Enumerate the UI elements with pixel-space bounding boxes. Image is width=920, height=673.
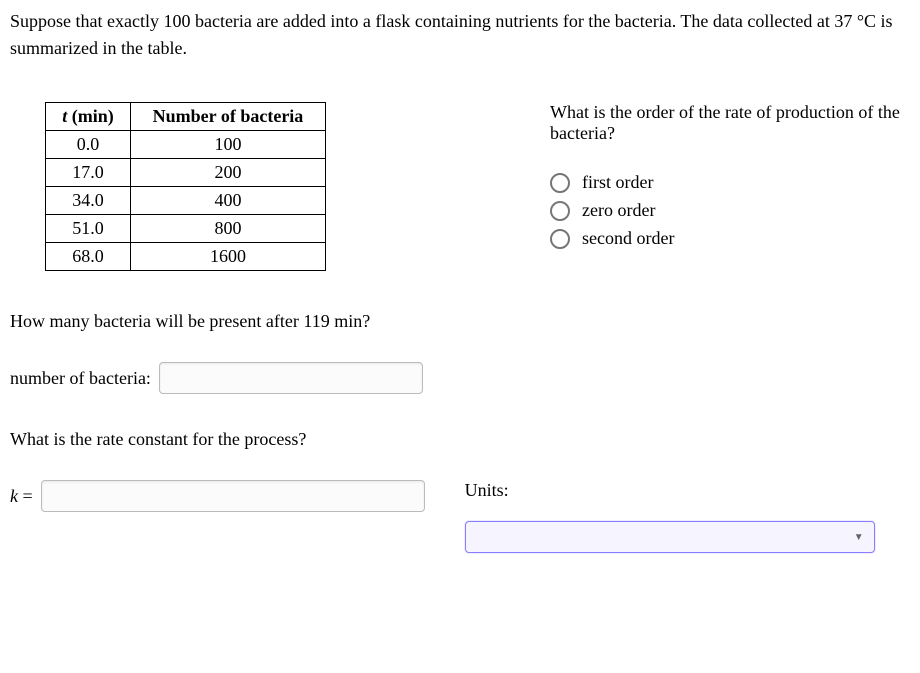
radio-icon <box>550 201 570 221</box>
units-label: Units: <box>465 480 875 501</box>
table-header-row: t (min) Number of bacteria <box>46 103 326 131</box>
radio-label: zero order <box>582 200 655 221</box>
table-row: 51.0800 <box>46 215 326 243</box>
table-row: 17.0200 <box>46 159 326 187</box>
rate-constant-input[interactable] <box>41 480 425 512</box>
label-k: k = <box>10 486 33 507</box>
radio-icon <box>550 173 570 193</box>
radio-label: second order <box>582 228 674 249</box>
radio-label: first order <box>582 172 653 193</box>
label-bacteria-count: number of bacteria: <box>10 368 151 389</box>
intro-text: Suppose that exactly 100 bacteria are ad… <box>10 8 910 62</box>
question-bacteria-count: How many bacteria will be present after … <box>10 311 450 332</box>
units-select[interactable]: ▼ <box>465 521 875 553</box>
table-row: 0.0100 <box>46 131 326 159</box>
radio-second-order[interactable]: second order <box>550 228 910 249</box>
table-row: 68.01600 <box>46 243 326 271</box>
bacteria-count-input[interactable] <box>159 362 423 394</box>
order-radio-group: first order zero order second order <box>550 172 910 249</box>
radio-zero-order[interactable]: zero order <box>550 200 910 221</box>
radio-first-order[interactable]: first order <box>550 172 910 193</box>
table-row: 34.0400 <box>46 187 326 215</box>
radio-icon <box>550 229 570 249</box>
header-count: Number of bacteria <box>131 103 326 131</box>
question-order: What is the order of the rate of product… <box>550 102 910 144</box>
question-rate-constant: What is the rate constant for the proces… <box>10 429 450 450</box>
chevron-down-icon: ▼ <box>854 532 864 543</box>
header-time: t (min) <box>46 103 131 131</box>
data-table: t (min) Number of bacteria 0.0100 17.020… <box>45 102 326 271</box>
